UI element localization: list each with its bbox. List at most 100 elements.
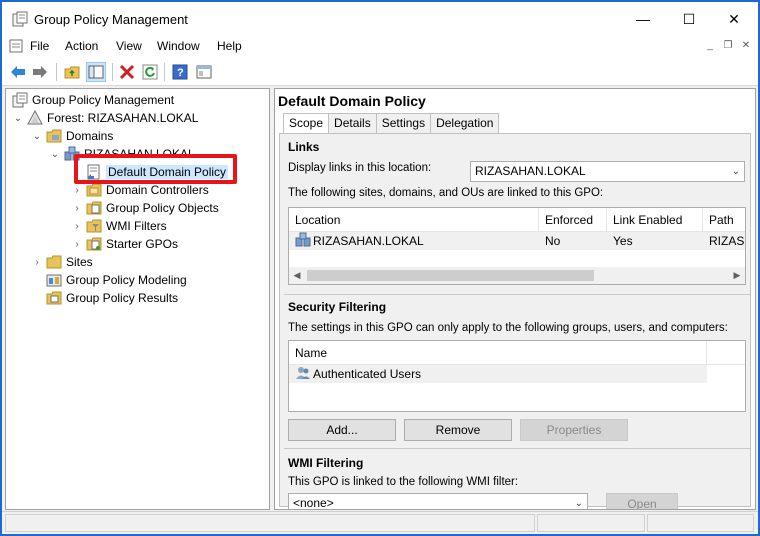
- tree-item-modeling[interactable]: Group Policy Modeling: [31, 271, 187, 289]
- tab-delegation[interactable]: Delegation: [430, 113, 500, 133]
- scroll-right-icon[interactable]: ▶: [729, 267, 745, 284]
- gpm-console-icon: [12, 92, 28, 108]
- links-list: Location Enforced Link Enabled Path RIZA…: [288, 207, 746, 285]
- detail-pane: Default Domain Policy Scope Details Sett…: [274, 88, 756, 510]
- tree-label: Sites: [66, 255, 93, 269]
- toolbar-separator: [164, 63, 165, 81]
- menu-window[interactable]: Window: [157, 39, 200, 53]
- toolbar: ?: [2, 58, 758, 86]
- maximize-button[interactable]: ☐: [675, 8, 703, 30]
- ou-folder-icon: [86, 182, 102, 198]
- links-description: The following sites, domains, and OUs ar…: [288, 187, 604, 199]
- col-location[interactable]: Location: [289, 208, 539, 232]
- back-arrow-icon[interactable]: [8, 62, 28, 82]
- link-location-select[interactable]: RIZASAHAN.LOKAL ⌄: [470, 161, 745, 182]
- show-hide-tree-icon[interactable]: [86, 62, 106, 82]
- tree-item-sites[interactable]: › Sites: [31, 253, 93, 271]
- tree-item-starter-gpos[interactable]: › Starter GPOs: [71, 235, 178, 253]
- gpo-folder-icon: [86, 200, 102, 216]
- tree-item-group-policy-objects[interactable]: › Group Policy Objects: [71, 199, 219, 217]
- status-bar: [2, 511, 758, 534]
- cell-link-enabled: Yes: [613, 234, 633, 248]
- help-icon[interactable]: ?: [170, 62, 190, 82]
- menu-action[interactable]: Action: [65, 39, 98, 53]
- table-row[interactable]: Authenticated Users: [289, 365, 707, 383]
- tab-strip: Scope Details Settings Delegation: [283, 113, 500, 134]
- tree-label: Domains: [66, 129, 114, 143]
- annotation-highlight: [74, 154, 237, 184]
- tree-item-domains[interactable]: ⌄ Domains: [31, 127, 114, 145]
- tab-details[interactable]: Details: [328, 113, 377, 133]
- chevron-right-icon[interactable]: ›: [71, 203, 83, 214]
- table-row[interactable]: RIZASAHAN.LOKAL No Yes RIZAS...: [289, 232, 745, 250]
- wmi-filter-select[interactable]: <none> ⌄: [288, 493, 588, 510]
- properties-view-icon[interactable]: [194, 62, 214, 82]
- menu-help[interactable]: Help: [217, 39, 242, 53]
- chevron-down-icon[interactable]: ⌄: [49, 149, 61, 160]
- tree-item-results[interactable]: Group Policy Results: [31, 289, 178, 307]
- links-horizontal-scrollbar[interactable]: ◀ ▶: [289, 267, 745, 284]
- domains-folder-icon: [46, 128, 62, 144]
- menu-view[interactable]: View: [116, 39, 142, 53]
- tree-label: Starter GPOs: [106, 237, 179, 251]
- toolbar-separator: [112, 63, 113, 81]
- links-section-title: Links: [288, 140, 320, 154]
- col-link-enabled[interactable]: Link Enabled: [607, 208, 703, 232]
- status-segment: [647, 514, 754, 532]
- menu-doc-icon[interactable]: [9, 39, 23, 56]
- forest-icon: [27, 110, 43, 126]
- cell-enforced: No: [545, 234, 561, 248]
- col-name[interactable]: Name: [289, 341, 707, 365]
- cell-path: RIZAS...: [709, 234, 745, 248]
- svg-text:?: ?: [177, 67, 184, 79]
- wmi-folder-icon: [86, 218, 102, 234]
- wmi-section-title: WMI Filtering: [288, 456, 364, 470]
- modeling-icon: [46, 272, 62, 288]
- tab-settings[interactable]: Settings: [375, 113, 432, 133]
- tree-item-root[interactable]: Group Policy Management: [12, 91, 174, 109]
- properties-button[interactable]: Properties: [520, 419, 628, 441]
- chevron-down-icon[interactable]: ⌄: [732, 162, 740, 181]
- tree-item-forest[interactable]: ⌄ Forest: RIZASAHAN.LOKAL: [12, 109, 198, 127]
- tree-label: Group Policy Objects: [106, 201, 219, 215]
- chevron-down-icon[interactable]: ⌄: [575, 494, 583, 509]
- display-links-label: Display links in this location:: [288, 162, 432, 174]
- remove-button[interactable]: Remove: [404, 419, 512, 441]
- chevron-down-icon[interactable]: ⌄: [12, 113, 24, 124]
- links-list-header: Location Enforced Link Enabled Path: [289, 208, 745, 232]
- link-location-value: RIZASAHAN.LOKAL: [475, 164, 586, 178]
- chevron-right-icon[interactable]: ›: [71, 185, 83, 196]
- mdi-restore-button[interactable]: ❐: [720, 39, 736, 53]
- chevron-down-icon[interactable]: ⌄: [31, 131, 43, 142]
- minimize-button[interactable]: —: [629, 8, 657, 30]
- mdi-close-button[interactable]: ✕: [738, 39, 754, 53]
- tree-item-wmi-filters[interactable]: › WMI Filters: [71, 217, 166, 235]
- scope-tab-body: Links Display links in this location: RI…: [279, 133, 751, 510]
- col-path[interactable]: Path: [703, 208, 745, 232]
- chevron-right-icon[interactable]: ›: [71, 221, 83, 232]
- col-enforced[interactable]: Enforced: [539, 208, 607, 232]
- chevron-right-icon[interactable]: ›: [71, 239, 83, 250]
- menu-file[interactable]: File: [30, 39, 49, 53]
- wmi-filter-value: <none>: [293, 496, 334, 510]
- tree-label: Group Policy Results: [66, 291, 179, 305]
- starter-gpo-folder-icon: [86, 236, 102, 252]
- scroll-left-icon[interactable]: ◀: [289, 267, 305, 284]
- mdi-minimize-button[interactable]: _: [702, 39, 718, 53]
- close-button[interactable]: ✕: [720, 8, 748, 30]
- tab-scope[interactable]: Scope: [283, 113, 330, 134]
- up-folder-icon[interactable]: [62, 62, 82, 82]
- forward-arrow-icon[interactable]: [30, 62, 50, 82]
- security-list-header: Name: [289, 341, 745, 365]
- window-title: Group Policy Management: [34, 12, 188, 27]
- add-button[interactable]: Add...: [288, 419, 396, 441]
- chevron-right-icon[interactable]: ›: [31, 257, 43, 268]
- refresh-icon[interactable]: [140, 62, 160, 82]
- status-segment: [5, 514, 535, 532]
- scrollbar-thumb[interactable]: [307, 270, 594, 281]
- results-icon: [46, 290, 62, 306]
- wmi-description: This GPO is linked to the following WMI …: [288, 476, 519, 488]
- delete-icon[interactable]: [117, 62, 137, 82]
- tree-label: Group Policy Modeling: [66, 273, 187, 287]
- open-wmi-button[interactable]: Open: [606, 493, 678, 509]
